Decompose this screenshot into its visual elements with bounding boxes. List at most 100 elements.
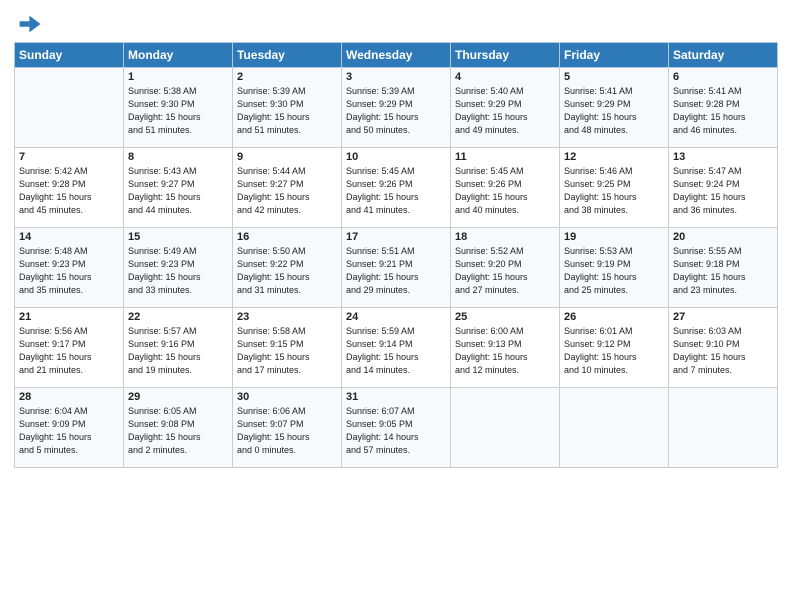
cell-content: Sunrise: 5:39 AMSunset: 9:30 PMDaylight:…: [237, 85, 337, 137]
cell-content: Sunrise: 5:59 AMSunset: 9:14 PMDaylight:…: [346, 325, 446, 377]
calendar-cell: 26 Sunrise: 6:01 AMSunset: 9:12 PMDayligh…: [560, 308, 669, 388]
day-number: 15: [128, 231, 228, 243]
weekday-header-saturday: Saturday: [669, 43, 778, 68]
calendar-week-3: 14 Sunrise: 5:48 AMSunset: 9:23 PMDayligh…: [15, 228, 778, 308]
day-number: 3: [346, 71, 446, 83]
calendar-cell: 14 Sunrise: 5:48 AMSunset: 9:23 PMDayligh…: [15, 228, 124, 308]
day-number: 23: [237, 311, 337, 323]
day-number: 9: [237, 151, 337, 163]
calendar-cell: 8 Sunrise: 5:43 AMSunset: 9:27 PMDaylight…: [124, 148, 233, 228]
cell-content: Sunrise: 5:47 AMSunset: 9:24 PMDaylight:…: [673, 165, 773, 217]
cell-content: Sunrise: 5:53 AMSunset: 9:19 PMDaylight:…: [564, 245, 664, 297]
calendar-table: SundayMondayTuesdayWednesdayThursdayFrid…: [14, 42, 778, 468]
day-number: 30: [237, 391, 337, 403]
page-container: SundayMondayTuesdayWednesdayThursdayFrid…: [0, 0, 792, 478]
calendar-cell: 17 Sunrise: 5:51 AMSunset: 9:21 PMDayligh…: [342, 228, 451, 308]
calendar-week-4: 21 Sunrise: 5:56 AMSunset: 9:17 PMDayligh…: [15, 308, 778, 388]
cell-content: Sunrise: 5:56 AMSunset: 9:17 PMDaylight:…: [19, 325, 119, 377]
cell-content: Sunrise: 5:38 AMSunset: 9:30 PMDaylight:…: [128, 85, 228, 137]
cell-content: Sunrise: 5:52 AMSunset: 9:20 PMDaylight:…: [455, 245, 555, 297]
calendar-cell: 31 Sunrise: 6:07 AMSunset: 9:05 PMDayligh…: [342, 388, 451, 468]
day-number: 21: [19, 311, 119, 323]
calendar-cell: 28Sunrise: 6:04 AMSunset: 9:09 PMDayligh…: [15, 388, 124, 468]
weekday-header-sunday: Sunday: [15, 43, 124, 68]
calendar-cell: 22 Sunrise: 5:57 AMSunset: 9:16 PMDayligh…: [124, 308, 233, 388]
cell-content: Sunrise: 5:40 AMSunset: 9:29 PMDaylight:…: [455, 85, 555, 137]
calendar-cell: 20Sunrise: 5:55 AMSunset: 9:18 PMDayligh…: [669, 228, 778, 308]
cell-content: Sunrise: 5:55 AMSunset: 9:18 PMDaylight:…: [673, 245, 773, 297]
calendar-cell: 24 Sunrise: 5:59 AMSunset: 9:14 PMDayligh…: [342, 308, 451, 388]
calendar-cell: 30 Sunrise: 6:06 AMSunset: 9:07 PMDayligh…: [233, 388, 342, 468]
day-number: 24: [346, 311, 446, 323]
cell-content: Sunrise: 5:44 AMSunset: 9:27 PMDaylight:…: [237, 165, 337, 217]
day-number: 7: [19, 151, 119, 163]
calendar-cell: 9 Sunrise: 5:44 AMSunset: 9:27 PMDaylight…: [233, 148, 342, 228]
cell-content: Sunrise: 6:06 AMSunset: 9:07 PMDaylight:…: [237, 405, 337, 457]
cell-content: Sunrise: 5:39 AMSunset: 9:29 PMDaylight:…: [346, 85, 446, 137]
calendar-cell: 15 Sunrise: 5:49 AMSunset: 9:23 PMDayligh…: [124, 228, 233, 308]
calendar-cell: 2 Sunrise: 5:39 AMSunset: 9:30 PMDaylight…: [233, 68, 342, 148]
calendar-week-5: 28Sunrise: 6:04 AMSunset: 9:09 PMDayligh…: [15, 388, 778, 468]
cell-content: Sunrise: 5:49 AMSunset: 9:23 PMDaylight:…: [128, 245, 228, 297]
day-number: 8: [128, 151, 228, 163]
logo: [14, 14, 44, 38]
calendar-cell: 5 Sunrise: 5:41 AMSunset: 9:29 PMDaylight…: [560, 68, 669, 148]
day-number: 1: [128, 71, 228, 83]
weekday-header-wednesday: Wednesday: [342, 43, 451, 68]
day-number: 19: [564, 231, 664, 243]
day-number: 14: [19, 231, 119, 243]
day-number: 10: [346, 151, 446, 163]
cell-content: Sunrise: 5:48 AMSunset: 9:23 PMDaylight:…: [19, 245, 119, 297]
day-number: 2: [237, 71, 337, 83]
day-number: 5: [564, 71, 664, 83]
day-number: 25: [455, 311, 555, 323]
logo-icon: [14, 10, 42, 38]
day-number: 11: [455, 151, 555, 163]
calendar-cell: 21 Sunrise: 5:56 AMSunset: 9:17 PMDayligh…: [15, 308, 124, 388]
cell-content: Sunrise: 6:01 AMSunset: 9:12 PMDaylight:…: [564, 325, 664, 377]
cell-content: Sunrise: 6:03 AMSunset: 9:10 PMDaylight:…: [673, 325, 773, 377]
calendar-cell: 7 Sunrise: 5:42 AMSunset: 9:28 PMDaylight…: [15, 148, 124, 228]
day-number: 18: [455, 231, 555, 243]
cell-content: Sunrise: 5:43 AMSunset: 9:27 PMDaylight:…: [128, 165, 228, 217]
cell-content: Sunrise: 5:45 AMSunset: 9:26 PMDaylight:…: [346, 165, 446, 217]
day-number: 31: [346, 391, 446, 403]
cell-content: Sunrise: 5:58 AMSunset: 9:15 PMDaylight:…: [237, 325, 337, 377]
weekday-header-tuesday: Tuesday: [233, 43, 342, 68]
calendar-cell: [560, 388, 669, 468]
calendar-cell: 23 Sunrise: 5:58 AMSunset: 9:15 PMDayligh…: [233, 308, 342, 388]
calendar-cell: 1 Sunrise: 5:38 AMSunset: 9:30 PMDaylight…: [124, 68, 233, 148]
calendar-cell: [669, 388, 778, 468]
calendar-cell: 6Sunrise: 5:41 AMSunset: 9:28 PMDaylight…: [669, 68, 778, 148]
day-number: 6: [673, 71, 773, 83]
cell-content: Sunrise: 5:57 AMSunset: 9:16 PMDaylight:…: [128, 325, 228, 377]
day-number: 29: [128, 391, 228, 403]
calendar-cell: 3 Sunrise: 5:39 AMSunset: 9:29 PMDaylight…: [342, 68, 451, 148]
day-number: 16: [237, 231, 337, 243]
cell-content: Sunrise: 5:45 AMSunset: 9:26 PMDaylight:…: [455, 165, 555, 217]
day-number: 13: [673, 151, 773, 163]
calendar-cell: 4Sunrise: 5:40 AMSunset: 9:29 PMDaylight…: [451, 68, 560, 148]
weekday-header-thursday: Thursday: [451, 43, 560, 68]
cell-content: Sunrise: 5:41 AMSunset: 9:29 PMDaylight:…: [564, 85, 664, 137]
cell-content: Sunrise: 5:50 AMSunset: 9:22 PMDaylight:…: [237, 245, 337, 297]
weekday-header-row: SundayMondayTuesdayWednesdayThursdayFrid…: [15, 43, 778, 68]
cell-content: Sunrise: 6:00 AMSunset: 9:13 PMDaylight:…: [455, 325, 555, 377]
day-number: 17: [346, 231, 446, 243]
cell-content: Sunrise: 5:51 AMSunset: 9:21 PMDaylight:…: [346, 245, 446, 297]
day-number: 26: [564, 311, 664, 323]
weekday-header-friday: Friday: [560, 43, 669, 68]
day-number: 27: [673, 311, 773, 323]
calendar-cell: [451, 388, 560, 468]
cell-content: Sunrise: 5:42 AMSunset: 9:28 PMDaylight:…: [19, 165, 119, 217]
cell-content: Sunrise: 6:04 AMSunset: 9:09 PMDaylight:…: [19, 405, 119, 457]
calendar-cell: 19 Sunrise: 5:53 AMSunset: 9:19 PMDayligh…: [560, 228, 669, 308]
calendar-cell: 16 Sunrise: 5:50 AMSunset: 9:22 PMDayligh…: [233, 228, 342, 308]
calendar-cell: 11 Sunrise: 5:45 AMSunset: 9:26 PMDayligh…: [451, 148, 560, 228]
day-number: 22: [128, 311, 228, 323]
calendar-cell: 25 Sunrise: 6:00 AMSunset: 9:13 PMDayligh…: [451, 308, 560, 388]
cell-content: Sunrise: 6:07 AMSunset: 9:05 PMDaylight:…: [346, 405, 446, 457]
cell-content: Sunrise: 6:05 AMSunset: 9:08 PMDaylight:…: [128, 405, 228, 457]
calendar-cell: 10 Sunrise: 5:45 AMSunset: 9:26 PMDayligh…: [342, 148, 451, 228]
cell-content: Sunrise: 5:46 AMSunset: 9:25 PMDaylight:…: [564, 165, 664, 217]
